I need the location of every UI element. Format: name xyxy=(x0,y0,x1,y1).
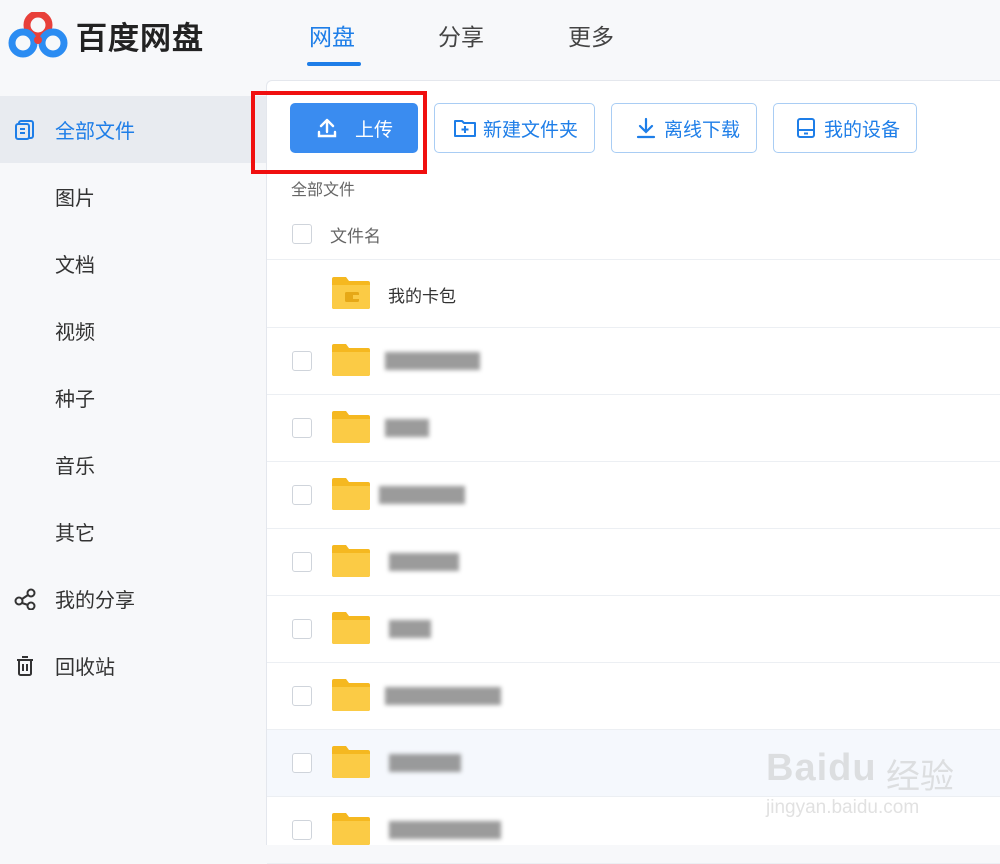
new-folder-button-label: 新建文件夹 xyxy=(483,118,579,141)
file-panel: 上传 新建文件夹 离线下载 我的设备 全部文件 文件名 我的卡包 xyxy=(266,80,1000,864)
folder-icon xyxy=(331,544,371,578)
sidebar-item-images[interactable]: 图片 xyxy=(0,163,266,230)
row-checkbox[interactable] xyxy=(292,686,312,706)
watermark-url: jingyan.baidu.com xyxy=(766,797,920,818)
redacted-file-name xyxy=(379,486,465,504)
table-row[interactable] xyxy=(267,462,1000,529)
sidebar-item-label: 全部文件 xyxy=(55,119,135,143)
table-row[interactable]: 我的卡包 xyxy=(267,261,1000,328)
file-name[interactable]: 我的卡包 xyxy=(388,282,456,307)
row-checkbox[interactable] xyxy=(292,619,312,639)
sidebar-item-label: 我的分享 xyxy=(55,588,135,612)
sidebar-item-recycle-bin[interactable]: 回收站 xyxy=(0,632,266,699)
tab-netdisk[interactable]: 网盘 xyxy=(309,18,355,52)
baidu-jingyan-watermark: Baidu 经验 jingyan.baidu.com xyxy=(758,735,988,825)
select-all-checkbox[interactable] xyxy=(292,224,312,244)
row-checkbox[interactable] xyxy=(292,753,312,773)
table-row[interactable] xyxy=(267,395,1000,462)
folder-icon xyxy=(331,410,371,444)
sidebar-item-music[interactable]: 音乐 xyxy=(0,431,266,498)
folder-icon xyxy=(331,745,371,779)
folder-icon xyxy=(331,678,371,712)
sidebar: 全部文件 图片 文档 视频 种子 音乐 其它 我的分享 回收站 xyxy=(0,96,266,699)
trash-icon xyxy=(14,655,36,677)
folder-icon xyxy=(331,343,371,377)
redacted-file-name xyxy=(385,419,429,437)
tab-share[interactable]: 分享 xyxy=(438,18,484,52)
row-checkbox[interactable] xyxy=(292,552,312,572)
watermark-cn: 经验 xyxy=(886,757,954,797)
redacted-file-name xyxy=(389,620,431,638)
table-row[interactable] xyxy=(267,663,1000,730)
sidebar-item-documents[interactable]: 文档 xyxy=(0,230,266,297)
sidebar-item-label: 视频 xyxy=(55,320,95,344)
download-icon xyxy=(634,116,658,140)
redacted-file-name xyxy=(389,553,459,571)
sidebar-item-label: 文档 xyxy=(55,253,95,277)
sidebar-item-torrents[interactable]: 种子 xyxy=(0,364,266,431)
sidebar-item-label: 音乐 xyxy=(55,454,95,478)
redacted-file-name xyxy=(385,687,501,705)
redacted-file-name xyxy=(389,821,501,839)
table-row[interactable] xyxy=(267,596,1000,663)
annotation-highlight-box xyxy=(251,91,427,174)
app-title: 百度网盘 xyxy=(76,20,204,57)
row-checkbox[interactable] xyxy=(292,418,312,438)
sidebar-item-videos[interactable]: 视频 xyxy=(0,297,266,364)
row-checkbox[interactable] xyxy=(292,351,312,371)
new-folder-icon xyxy=(453,116,477,140)
top-header: 百度网盘 网盘 分享 更多 xyxy=(0,0,1000,80)
folder-icon xyxy=(331,477,371,511)
sidebar-item-label: 种子 xyxy=(55,387,95,411)
app-logo[interactable]: 百度网盘 xyxy=(8,10,204,58)
device-icon xyxy=(794,116,818,140)
files-icon xyxy=(14,119,36,141)
new-folder-button[interactable]: 新建文件夹 xyxy=(434,103,596,153)
row-checkbox[interactable] xyxy=(292,485,312,505)
my-devices-button[interactable]: 我的设备 xyxy=(773,103,918,153)
table-header: 文件名 xyxy=(267,209,1000,260)
table-row[interactable] xyxy=(267,328,1000,395)
sidebar-item-my-shares[interactable]: 我的分享 xyxy=(0,565,266,632)
sidebar-item-label: 其它 xyxy=(55,521,95,545)
row-checkbox[interactable] xyxy=(292,820,312,840)
sidebar-item-label: 图片 xyxy=(55,186,95,210)
sidebar-item-all-files[interactable]: 全部文件 xyxy=(0,96,266,163)
card-folder-icon xyxy=(331,276,371,310)
offline-download-button-label: 离线下载 xyxy=(664,118,741,141)
table-row[interactable] xyxy=(267,529,1000,596)
redacted-file-name xyxy=(389,754,461,772)
offline-download-button[interactable]: 离线下载 xyxy=(611,103,758,153)
folder-icon xyxy=(331,611,371,645)
active-tab-indicator xyxy=(307,62,361,66)
folder-icon xyxy=(331,812,371,846)
redacted-file-name xyxy=(385,352,480,370)
column-filename[interactable]: 文件名 xyxy=(330,222,381,247)
baidu-cloud-logo-icon xyxy=(8,10,68,58)
tab-more[interactable]: 更多 xyxy=(568,18,614,52)
watermark-brand: Baidu xyxy=(766,747,877,789)
my-devices-button-label: 我的设备 xyxy=(824,118,901,141)
breadcrumb[interactable]: 全部文件 xyxy=(291,176,355,200)
sidebar-item-other[interactable]: 其它 xyxy=(0,498,266,565)
share-icon xyxy=(14,588,36,610)
sidebar-item-label: 回收站 xyxy=(55,655,115,679)
